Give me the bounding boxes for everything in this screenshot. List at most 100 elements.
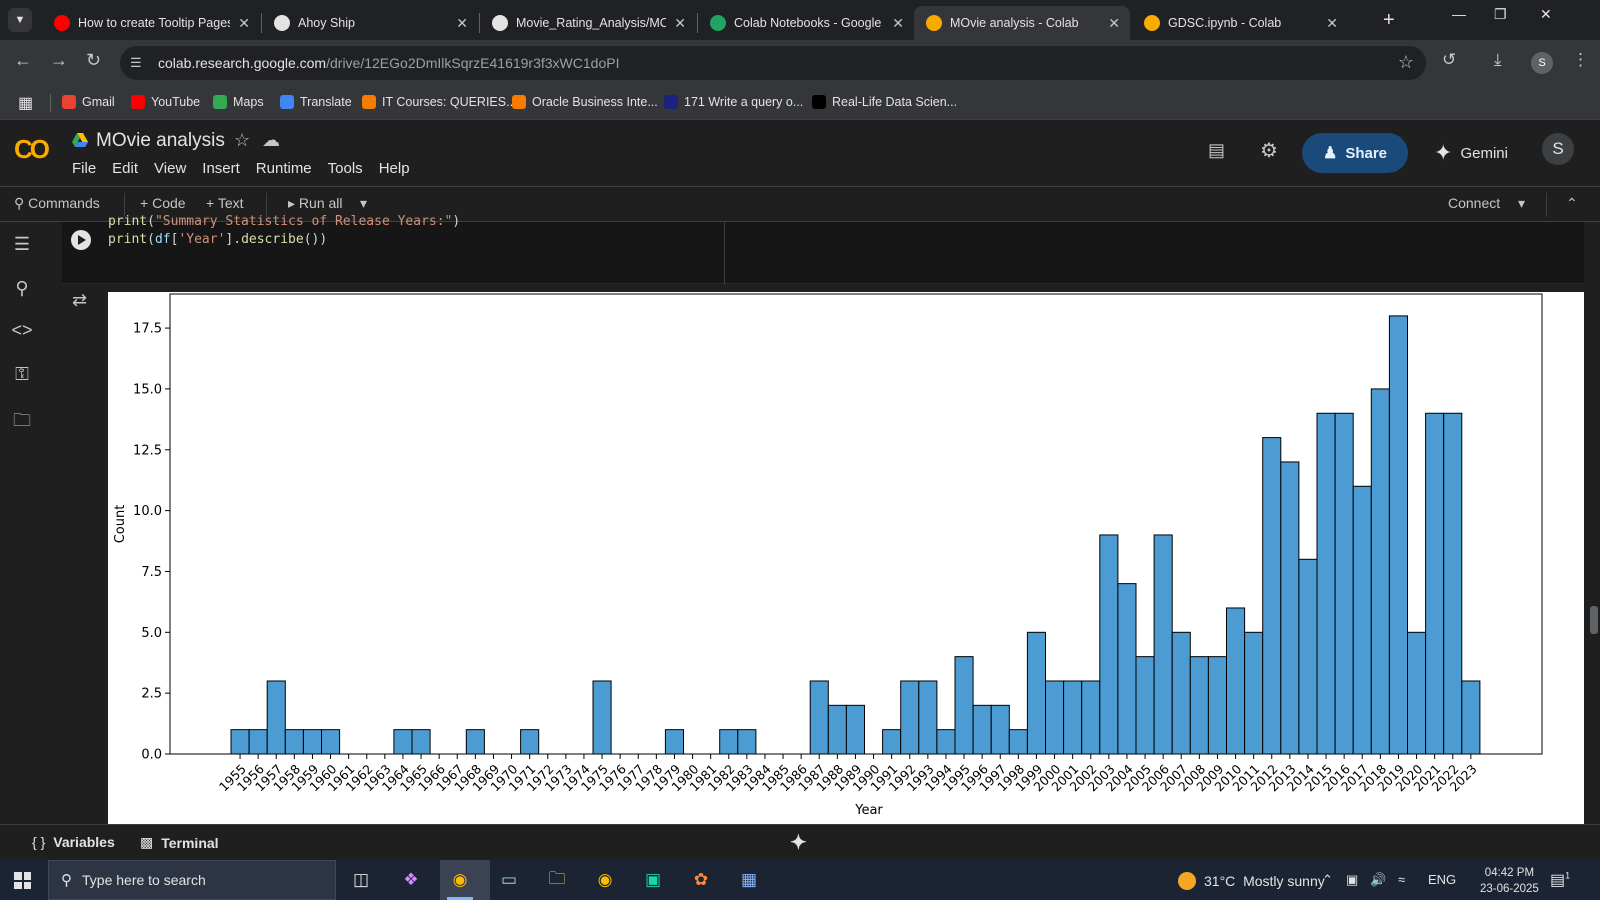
menu-item-insert[interactable]: Insert <box>202 160 240 177</box>
bookmark-item[interactable]: Gmail <box>62 95 115 109</box>
weather-widget[interactable]: 31°C Mostly sunny <box>1178 872 1325 890</box>
terminal-button[interactable]: ▩ Terminal <box>140 834 219 851</box>
code-cell[interactable]: print("Summary Statistics of Release Yea… <box>62 214 1584 284</box>
bookmark-item[interactable]: IT Courses: QUERIES... <box>362 95 517 109</box>
code-line-2[interactable]: print(df['Year'].describe()) <box>108 232 327 247</box>
code-line-1[interactable]: print("Summary Statistics of Release Yea… <box>108 214 460 229</box>
close-tab-icon[interactable]: ✕ <box>892 15 904 32</box>
cloud-saved-icon[interactable]: ☁ <box>262 130 280 151</box>
meet-now-icon[interactable]: ▣ <box>1346 872 1358 888</box>
star-icon[interactable]: ☆ <box>234 130 250 151</box>
secrets-key-icon[interactable]: ⚿ <box>10 364 34 385</box>
volume-icon[interactable]: 🔊 <box>1370 872 1386 888</box>
menu-item-view[interactable]: View <box>154 160 186 177</box>
gemini-sparkle-icon[interactable]: ✦ <box>790 830 807 855</box>
close-tab-icon[interactable]: ✕ <box>238 15 250 32</box>
url-text[interactable]: colab.research.google.com/drive/12EGo2Dm… <box>158 55 619 71</box>
pycharm-icon[interactable]: ▣ <box>638 866 668 894</box>
browser-tab[interactable]: GDSC.ipynb - Colab ✕ <box>1132 6 1348 40</box>
history-icon[interactable]: ↺ <box>1442 50 1456 70</box>
run-all-dropdown-icon[interactable]: ▾ <box>360 195 367 212</box>
restore-button[interactable]: ❐ <box>1494 6 1507 23</box>
histogram-bar <box>1316 412 1336 755</box>
apps-grid-icon[interactable]: ▦ <box>18 93 33 113</box>
reload-icon[interactable]: ↻ <box>86 50 101 71</box>
bookmark-item[interactable]: Real-Life Data Scien... <box>812 95 957 109</box>
close-window-button[interactable]: ✕ <box>1540 6 1552 23</box>
profile-avatar[interactable]: S <box>1531 52 1553 74</box>
address-bar[interactable]: ☰ colab.research.google.com/drive/12EGo2… <box>120 46 1426 80</box>
commands-button[interactable]: ⚲ Commands <box>14 195 100 212</box>
close-tab-icon[interactable]: ✕ <box>1108 15 1120 32</box>
close-tab-icon[interactable]: ✕ <box>456 15 468 32</box>
chrome-icon[interactable]: ◉ <box>445 866 475 900</box>
taskbar-search[interactable]: ⚲ Type here to search <box>48 860 336 900</box>
histogram-bar <box>1171 631 1191 755</box>
tab-search-button[interactable]: ▼ <box>8 8 32 32</box>
menu-item-file[interactable]: File <box>72 160 96 177</box>
colab-header: CO MOvie analysis ☆ ☁ File Edit View Insert… <box>0 120 1600 186</box>
notebook-title[interactable]: MOvie analysis <box>96 130 225 152</box>
variables-button[interactable]: { } Variables <box>32 834 115 850</box>
browser-menu-icon[interactable]: ⋮ <box>1572 50 1589 70</box>
menu-item-tools[interactable]: Tools <box>328 160 363 177</box>
table-of-contents-icon[interactable]: ☰ <box>10 234 34 255</box>
code-snippets-icon[interactable]: <> <box>10 320 34 341</box>
download-icon[interactable]: ⤓ <box>1494 50 1502 70</box>
browser-tab[interactable]: Colab Notebooks - Google D ✕ <box>698 6 914 40</box>
browser-tab[interactable]: How to create Tooltip Pages ✕ <box>42 6 260 40</box>
account-avatar[interactable]: S <box>1542 133 1574 165</box>
mysql-workbench-icon[interactable]: ▦ <box>734 866 764 894</box>
browser-tab[interactable]: MOvie analysis - Colab ✕ <box>914 6 1130 40</box>
scrollbar-thumb[interactable] <box>1590 606 1598 634</box>
connect-button[interactable]: Connect <box>1448 195 1500 211</box>
minimize-button[interactable]: — <box>1452 6 1466 22</box>
menu-item-runtime[interactable]: Runtime <box>256 160 312 177</box>
bookmark-item[interactable]: 171 Write a query o... <box>664 95 803 109</box>
add-text-button[interactable]: + Text <box>206 195 244 211</box>
site-info-icon[interactable]: ☰ <box>130 55 142 71</box>
back-icon[interactable]: ← <box>14 50 32 71</box>
notification-center-icon[interactable]: ▤1 <box>1550 870 1570 890</box>
forward-icon[interactable]: → <box>50 50 68 71</box>
show-hidden-icons[interactable]: ⌃ <box>1322 872 1333 888</box>
connect-dropdown-icon[interactable]: ▾ <box>1518 195 1525 212</box>
task-view-icon[interactable]: ◫ <box>346 866 376 894</box>
close-tab-icon[interactable]: ✕ <box>674 15 686 32</box>
output-actions-icon[interactable]: ⇄ <box>72 290 87 311</box>
bookmark-star-icon[interactable]: ☆ <box>1398 52 1414 73</box>
bookmark-label: IT Courses: QUERIES... <box>382 95 517 109</box>
bookmark-item[interactable]: YouTube <box>131 95 200 109</box>
bookmark-item[interactable]: Maps <box>213 95 264 109</box>
file-explorer-icon[interactable]: 🗀 <box>542 866 572 894</box>
histogram-bar <box>1425 412 1445 755</box>
windows-start-icon[interactable] <box>14 872 31 889</box>
gemini-button[interactable]: ✦ Gemini <box>1434 140 1508 166</box>
menu-item-help[interactable]: Help <box>379 160 410 177</box>
system-clock[interactable]: 04:42 PM 23-06-2025 <box>1480 865 1539 897</box>
browser-tab[interactable]: Movie_Rating_Analysis/MOvi ✕ <box>480 6 696 40</box>
run-all-button[interactable]: ▸ Run all <box>288 195 343 212</box>
chrome-profile-icon[interactable]: ◉ <box>590 866 620 894</box>
bookmark-item[interactable]: Translate <box>280 95 352 109</box>
find-replace-icon[interactable]: ⚲ <box>10 278 34 299</box>
google-drive-icon <box>72 133 88 147</box>
notepad-icon[interactable]: ▭ <box>494 866 524 894</box>
language-indicator[interactable]: ENG <box>1428 872 1456 887</box>
comments-icon[interactable]: ▤ <box>1208 140 1225 161</box>
add-code-button[interactable]: + Code <box>140 195 186 211</box>
firefox-icon[interactable]: ✿ <box>686 866 716 894</box>
copilot-icon[interactable]: ❖ <box>396 866 426 894</box>
colab-logo[interactable]: CO <box>14 134 50 165</box>
close-tab-icon[interactable]: ✕ <box>1326 15 1338 32</box>
collapse-header-icon[interactable]: ⌃ <box>1566 195 1578 212</box>
bookmark-item[interactable]: Oracle Business Inte... <box>512 95 658 109</box>
browser-tab[interactable]: Ahoy Ship ✕ <box>262 6 478 40</box>
run-cell-button[interactable] <box>71 230 91 250</box>
wifi-icon[interactable]: ≈ <box>1398 872 1405 887</box>
settings-gear-icon[interactable]: ⚙ <box>1260 138 1278 163</box>
share-button[interactable]: ♟ Share <box>1302 133 1408 173</box>
new-tab-button[interactable]: + <box>1383 9 1395 32</box>
files-folder-icon[interactable]: 🗀 <box>10 408 34 438</box>
menu-item-edit[interactable]: Edit <box>112 160 138 177</box>
